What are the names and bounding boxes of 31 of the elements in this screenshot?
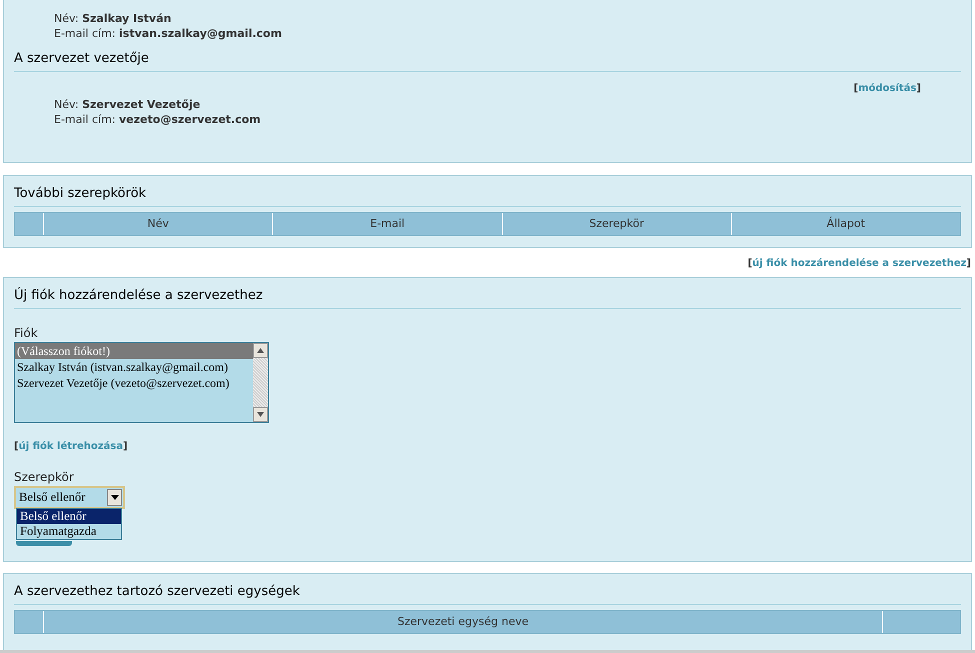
assign-account-link[interactable]: [új fiók hozzárendelése a szervezethez]	[748, 258, 971, 273]
caret-icon	[110, 495, 118, 500]
scroll-down-icon[interactable]	[257, 412, 264, 417]
email-line: E-mail cím: istvan.szalkay@gmail.com	[54, 26, 283, 41]
section-title: A szervezethez tartozó szervezeti egységek	[14, 574, 961, 605]
create-account-link[interactable]: [új fiók létrehozása]	[14, 441, 128, 452]
dropdown-option[interactable]: Belső ellenőr	[17, 509, 121, 524]
list-option[interactable]: Szalkay István (istvan.szalkay@gmail.com)	[15, 359, 253, 375]
list-option[interactable]: Szervezet Vezetője (vezeto@szervezet.com)	[15, 375, 253, 391]
scrollbar[interactable]	[253, 343, 268, 422]
scroll-up-icon[interactable]	[257, 348, 264, 353]
section-title: További szerepkörök	[14, 176, 961, 207]
column-header: Szervezeti egység neve	[43, 611, 882, 633]
name-line: Név: Szervezet Vezetője	[54, 97, 202, 112]
column-header: E-mail	[272, 213, 502, 235]
name-line: Név: Szalkay István	[54, 11, 172, 26]
column-header	[15, 213, 43, 235]
account-listbox[interactable]: (Válasszon fiókot!) Szalkay István (istvan.szalkay@gmail.com) Szervezet Vezetője (vezeto@szervezet.com)	[14, 342, 269, 423]
section-title: A szervezet vezetője	[14, 41, 961, 72]
column-header: Állapot	[730, 213, 960, 235]
list-option[interactable]: (Válasszon fiókot!)	[15, 343, 253, 359]
column-header: Szerepkör	[502, 213, 731, 235]
email-line: E-mail cím: vezeto@szervezet.com	[54, 112, 262, 127]
role-dropdown[interactable]: Belső ellenőr	[14, 486, 125, 509]
section-title: Új fiók hozzárendelése a szervezethez	[14, 278, 961, 309]
edit-link[interactable]: [módosítás]	[854, 83, 921, 97]
account-label: Fiók	[14, 326, 39, 340]
role-label: Szerepkör	[14, 470, 75, 484]
dropdown-option[interactable]: Folyamatgazda	[17, 524, 121, 539]
column-header: Név	[43, 213, 272, 235]
column-header	[15, 611, 43, 633]
